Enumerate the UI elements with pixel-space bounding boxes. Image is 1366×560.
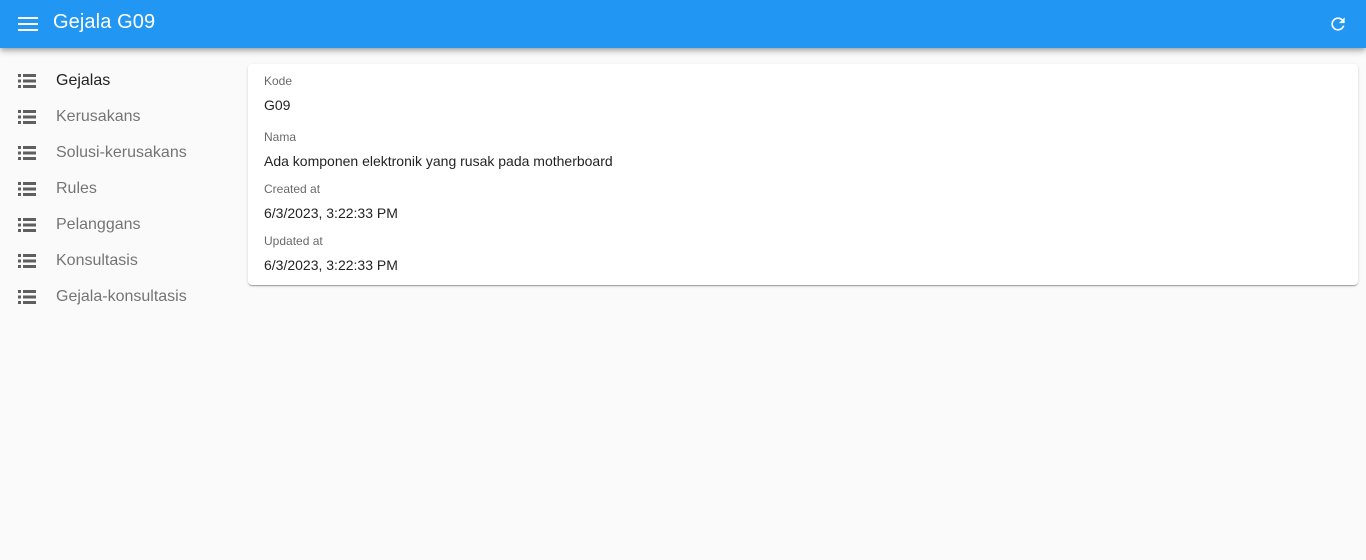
field-label: Updated at [264,234,323,248]
sidebar-item-rules[interactable]: Rules [0,171,240,207]
sidebar-item-gejalas[interactable]: Gejalas [0,63,240,99]
app-bar: Gejala G09 [0,0,1366,48]
list-icon [0,182,56,196]
sidebar-item-konsultasis[interactable]: Konsultasis [0,243,240,279]
list-icon [0,290,56,304]
menu-button[interactable] [12,8,44,40]
field-label: Nama [264,130,297,144]
sidebar: Gejalas Kerusakans Solusi-kerusakans Rul… [0,63,240,315]
sidebar-item-label: Konsultasis [56,252,138,269]
field-value: G09 [264,97,291,113]
sidebar-item-label: Solusi-kerusakans [56,144,187,161]
list-icon [0,146,56,160]
sidebar-item-label: Rules [56,180,97,197]
field-value: Ada komponen elektronik yang rusak pada … [264,153,613,169]
list-icon [0,74,56,88]
sidebar-item-pelanggans[interactable]: Pelanggans [0,207,240,243]
list-icon [0,254,56,268]
sidebar-item-label: Kerusakans [56,108,141,125]
field-kode: Kode G09 [264,74,292,113]
refresh-icon [1331,17,1345,31]
sidebar-item-kerusakans[interactable]: Kerusakans [0,99,240,135]
field-created-at: Created at 6/3/2023, 3:22:33 PM [264,182,398,221]
sidebar-item-label: Gejala-konsultasis [56,288,187,305]
sidebar-item-label: Pelanggans [56,216,141,233]
sidebar-item-solusi-kerusakans[interactable]: Solusi-kerusakans [0,135,240,171]
field-label: Created at [264,182,321,196]
record-detail-card: Kode G09 Nama Ada komponen elektronik ya… [248,64,1358,285]
field-label: Kode [264,74,293,88]
field-updated-at: Updated at 6/3/2023, 3:22:33 PM [264,234,398,273]
list-icon [0,218,56,232]
refresh-button[interactable] [1322,8,1354,40]
sidebar-item-label: Gejalas [56,72,111,89]
menu-icon [18,17,38,31]
list-icon [0,110,56,124]
page-title: Gejala G09 [53,11,156,33]
field-nama: Nama Ada komponen elektronik yang rusak … [264,130,613,169]
sidebar-item-gejala-konsultasis[interactable]: Gejala-konsultasis [0,279,240,315]
field-value: 6/3/2023, 3:22:33 PM [264,205,398,221]
field-value: 6/3/2023, 3:22:33 PM [264,257,398,273]
